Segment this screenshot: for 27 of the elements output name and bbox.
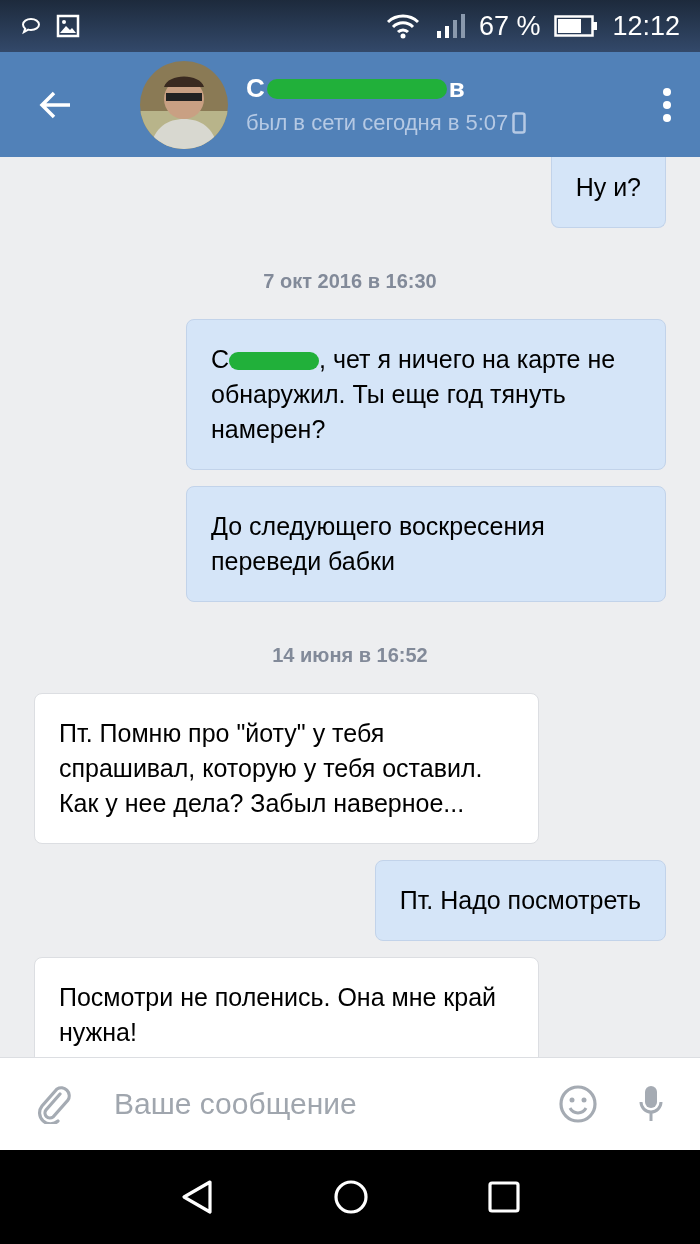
phone-icon — [512, 112, 527, 134]
date-separator: 7 окт 2016 в 16:30 — [263, 270, 437, 293]
date-separator: 14 июня в 16:52 — [272, 644, 428, 667]
more-menu-icon[interactable] — [662, 86, 672, 123]
outgoing-message: До следующего воскресения переведи бабки — [186, 486, 666, 602]
back-icon[interactable] — [179, 1179, 214, 1215]
outgoing-message: С , чет я ничего на карте не обнаружил. Ты еще год тянуть намерен? — [186, 319, 666, 470]
battery-percent: 67 % — [478, 10, 541, 42]
contact-name: в — [448, 73, 465, 104]
emoji-icon[interactable] — [558, 1084, 598, 1124]
last-seen-text: был в сети сегодня в 5:07 — [246, 110, 509, 136]
home-icon[interactable] — [333, 1179, 369, 1215]
contact-name: С — [246, 73, 265, 104]
image-icon — [56, 14, 80, 38]
clock: 12:12 — [612, 10, 680, 42]
wifi-icon — [384, 13, 421, 39]
battery-icon — [554, 14, 599, 38]
signal-icon — [434, 13, 465, 39]
microphone-icon[interactable] — [638, 1084, 664, 1124]
paperclip-icon[interactable] — [36, 1084, 72, 1124]
incoming-message: Пт. Помню про "йоту" у тебя спрашивал, которую у тебя оставил. Как у нее дела? Забыл наверное... — [34, 693, 539, 844]
chat-bubble-icon — [20, 15, 42, 37]
recents-icon[interactable] — [488, 1181, 521, 1213]
outgoing-message: Пт. Надо посмотреть — [374, 860, 666, 941]
incoming-message: Посмотри не поленись. Она мне край нужна! — [34, 957, 539, 1057]
back-arrow-icon[interactable] — [38, 89, 72, 120]
outgoing-message: Ну и? — [550, 157, 666, 228]
